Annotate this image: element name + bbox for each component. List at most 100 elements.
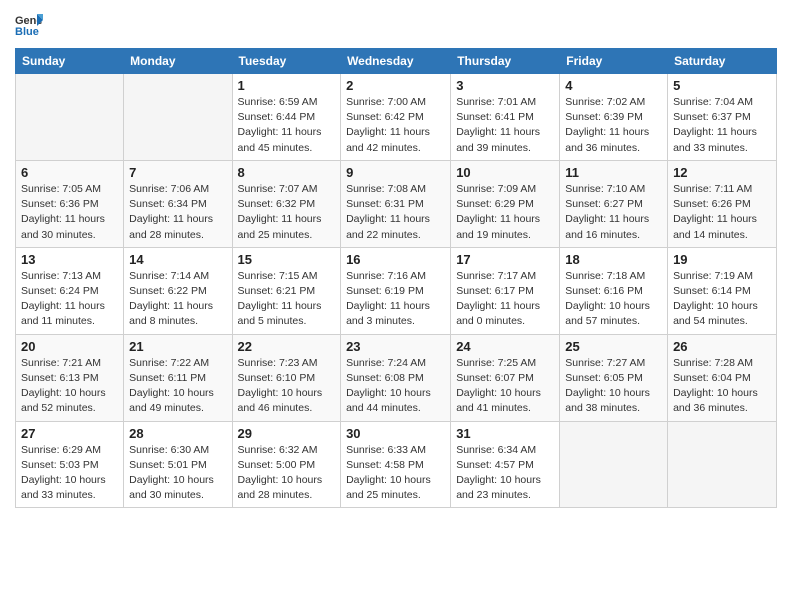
- calendar-cell: [16, 74, 124, 161]
- day-info: Sunrise: 6:30 AMSunset: 5:01 PMDaylight:…: [129, 443, 226, 504]
- calendar-cell: 26 Sunrise: 7:28 AMSunset: 6:04 PMDayligh…: [668, 334, 777, 421]
- day-number: 8: [238, 165, 336, 180]
- calendar-cell: 29 Sunrise: 6:32 AMSunset: 5:00 PMDayligh…: [232, 421, 341, 508]
- day-info: Sunrise: 7:10 AMSunset: 6:27 PMDaylight:…: [565, 182, 662, 243]
- day-number: 16: [346, 252, 445, 267]
- svg-text:Blue: Blue: [15, 26, 39, 38]
- day-number: 24: [456, 339, 554, 354]
- day-info: Sunrise: 7:23 AMSunset: 6:10 PMDaylight:…: [238, 356, 336, 417]
- day-number: 3: [456, 78, 554, 93]
- day-number: 31: [456, 426, 554, 441]
- day-info: Sunrise: 7:15 AMSunset: 6:21 PMDaylight:…: [238, 269, 336, 330]
- day-info: Sunrise: 6:59 AMSunset: 6:44 PMDaylight:…: [238, 95, 336, 156]
- calendar-week-row: 1 Sunrise: 6:59 AMSunset: 6:44 PMDaylight…: [16, 74, 777, 161]
- day-number: 23: [346, 339, 445, 354]
- day-number: 22: [238, 339, 336, 354]
- day-number: 1: [238, 78, 336, 93]
- calendar-cell: 3 Sunrise: 7:01 AMSunset: 6:41 PMDaylight…: [451, 74, 560, 161]
- header: General Blue: [15, 10, 777, 38]
- day-number: 10: [456, 165, 554, 180]
- day-number: 17: [456, 252, 554, 267]
- calendar-cell: [124, 74, 232, 161]
- day-number: 27: [21, 426, 118, 441]
- weekday-header-tuesday: Tuesday: [232, 49, 341, 74]
- day-number: 29: [238, 426, 336, 441]
- day-number: 6: [21, 165, 118, 180]
- calendar-cell: 4 Sunrise: 7:02 AMSunset: 6:39 PMDaylight…: [560, 74, 668, 161]
- calendar-cell: 19 Sunrise: 7:19 AMSunset: 6:14 PMDayligh…: [668, 247, 777, 334]
- day-info: Sunrise: 6:32 AMSunset: 5:00 PMDaylight:…: [238, 443, 336, 504]
- calendar-cell: 7Sunrise: 7:06 AMSunset: 6:34 PMDaylight…: [124, 160, 232, 247]
- day-info: Sunrise: 7:05 AMSunset: 6:36 PMDaylight:…: [21, 182, 118, 243]
- day-info: Sunrise: 7:06 AMSunset: 6:34 PMDaylight:…: [129, 182, 226, 243]
- day-number: 5: [673, 78, 771, 93]
- calendar-week-row: 6 Sunrise: 7:05 AMSunset: 6:36 PMDaylight…: [16, 160, 777, 247]
- page: General Blue SundayMondayTuesdayWednesda…: [0, 0, 792, 518]
- day-info: Sunrise: 7:07 AMSunset: 6:32 PMDaylight:…: [238, 182, 336, 243]
- day-number: 12: [673, 165, 771, 180]
- day-number: 26: [673, 339, 771, 354]
- day-info: Sunrise: 7:24 AMSunset: 6:08 PMDaylight:…: [346, 356, 445, 417]
- day-number: 15: [238, 252, 336, 267]
- day-info: Sunrise: 7:28 AMSunset: 6:04 PMDaylight:…: [673, 356, 771, 417]
- day-info: Sunrise: 7:21 AMSunset: 6:13 PMDaylight:…: [21, 356, 118, 417]
- calendar-cell: 1 Sunrise: 6:59 AMSunset: 6:44 PMDaylight…: [232, 74, 341, 161]
- day-number: 13: [21, 252, 118, 267]
- day-number: 20: [21, 339, 118, 354]
- day-info: Sunrise: 7:27 AMSunset: 6:05 PMDaylight:…: [565, 356, 662, 417]
- day-info: Sunrise: 7:01 AMSunset: 6:41 PMDaylight:…: [456, 95, 554, 156]
- calendar-cell: 12 Sunrise: 7:11 AMSunset: 6:26 PMDayligh…: [668, 160, 777, 247]
- calendar-week-row: 20 Sunrise: 7:21 AMSunset: 6:13 PMDayligh…: [16, 334, 777, 421]
- calendar-cell: 24 Sunrise: 7:25 AMSunset: 6:07 PMDayligh…: [451, 334, 560, 421]
- day-info: Sunrise: 6:29 AMSunset: 5:03 PMDaylight:…: [21, 443, 118, 504]
- day-info: Sunrise: 7:18 AMSunset: 6:16 PMDaylight:…: [565, 269, 662, 330]
- calendar-cell: 21 Sunrise: 7:22 AMSunset: 6:11 PMDayligh…: [124, 334, 232, 421]
- weekday-header-row: SundayMondayTuesdayWednesdayThursdayFrid…: [16, 49, 777, 74]
- logo-icon: General Blue: [15, 10, 43, 38]
- calendar-cell: 5 Sunrise: 7:04 AMSunset: 6:37 PMDaylight…: [668, 74, 777, 161]
- calendar-cell: 28 Sunrise: 6:30 AMSunset: 5:01 PMDayligh…: [124, 421, 232, 508]
- calendar-cell: 17Sunrise: 7:17 AMSunset: 6:17 PMDayligh…: [451, 247, 560, 334]
- calendar-cell: 6 Sunrise: 7:05 AMSunset: 6:36 PMDaylight…: [16, 160, 124, 247]
- weekday-header-wednesday: Wednesday: [341, 49, 451, 74]
- day-info: Sunrise: 6:33 AMSunset: 4:58 PMDaylight:…: [346, 443, 445, 504]
- day-info: Sunrise: 7:22 AMSunset: 6:11 PMDaylight:…: [129, 356, 226, 417]
- day-number: 28: [129, 426, 226, 441]
- calendar-cell: 30Sunrise: 6:33 AMSunset: 4:58 PMDayligh…: [341, 421, 451, 508]
- day-info: Sunrise: 7:19 AMSunset: 6:14 PMDaylight:…: [673, 269, 771, 330]
- calendar-cell: 15 Sunrise: 7:15 AMSunset: 6:21 PMDayligh…: [232, 247, 341, 334]
- calendar-cell: 23 Sunrise: 7:24 AMSunset: 6:08 PMDayligh…: [341, 334, 451, 421]
- calendar-cell: [560, 421, 668, 508]
- weekday-header-saturday: Saturday: [668, 49, 777, 74]
- calendar-cell: 13 Sunrise: 7:13 AMSunset: 6:24 PMDayligh…: [16, 247, 124, 334]
- calendar-cell: 10Sunrise: 7:09 AMSunset: 6:29 PMDayligh…: [451, 160, 560, 247]
- day-info: Sunrise: 7:14 AMSunset: 6:22 PMDaylight:…: [129, 269, 226, 330]
- day-info: Sunrise: 6:34 AMSunset: 4:57 PMDaylight:…: [456, 443, 554, 504]
- calendar-week-row: 13 Sunrise: 7:13 AMSunset: 6:24 PMDayligh…: [16, 247, 777, 334]
- calendar-cell: 2Sunrise: 7:00 AMSunset: 6:42 PMDaylight…: [341, 74, 451, 161]
- calendar-cell: 25 Sunrise: 7:27 AMSunset: 6:05 PMDayligh…: [560, 334, 668, 421]
- calendar-cell: 16 Sunrise: 7:16 AMSunset: 6:19 PMDayligh…: [341, 247, 451, 334]
- day-info: Sunrise: 7:02 AMSunset: 6:39 PMDaylight:…: [565, 95, 662, 156]
- weekday-header-monday: Monday: [124, 49, 232, 74]
- calendar-cell: 8 Sunrise: 7:07 AMSunset: 6:32 PMDaylight…: [232, 160, 341, 247]
- day-number: 21: [129, 339, 226, 354]
- calendar-cell: [668, 421, 777, 508]
- day-number: 19: [673, 252, 771, 267]
- calendar-cell: 22 Sunrise: 7:23 AMSunset: 6:10 PMDayligh…: [232, 334, 341, 421]
- day-number: 4: [565, 78, 662, 93]
- calendar-cell: 11Sunrise: 7:10 AMSunset: 6:27 PMDayligh…: [560, 160, 668, 247]
- calendar-cell: 14 Sunrise: 7:14 AMSunset: 6:22 PMDayligh…: [124, 247, 232, 334]
- day-number: 25: [565, 339, 662, 354]
- day-number: 14: [129, 252, 226, 267]
- weekday-header-thursday: Thursday: [451, 49, 560, 74]
- day-info: Sunrise: 7:25 AMSunset: 6:07 PMDaylight:…: [456, 356, 554, 417]
- day-info: Sunrise: 7:13 AMSunset: 6:24 PMDaylight:…: [21, 269, 118, 330]
- logo: General Blue: [15, 10, 45, 38]
- calendar-cell: 31 Sunrise: 6:34 AMSunset: 4:57 PMDayligh…: [451, 421, 560, 508]
- day-info: Sunrise: 7:16 AMSunset: 6:19 PMDaylight:…: [346, 269, 445, 330]
- day-number: 9: [346, 165, 445, 180]
- day-info: Sunrise: 7:11 AMSunset: 6:26 PMDaylight:…: [673, 182, 771, 243]
- day-info: Sunrise: 7:04 AMSunset: 6:37 PMDaylight:…: [673, 95, 771, 156]
- day-number: 2: [346, 78, 445, 93]
